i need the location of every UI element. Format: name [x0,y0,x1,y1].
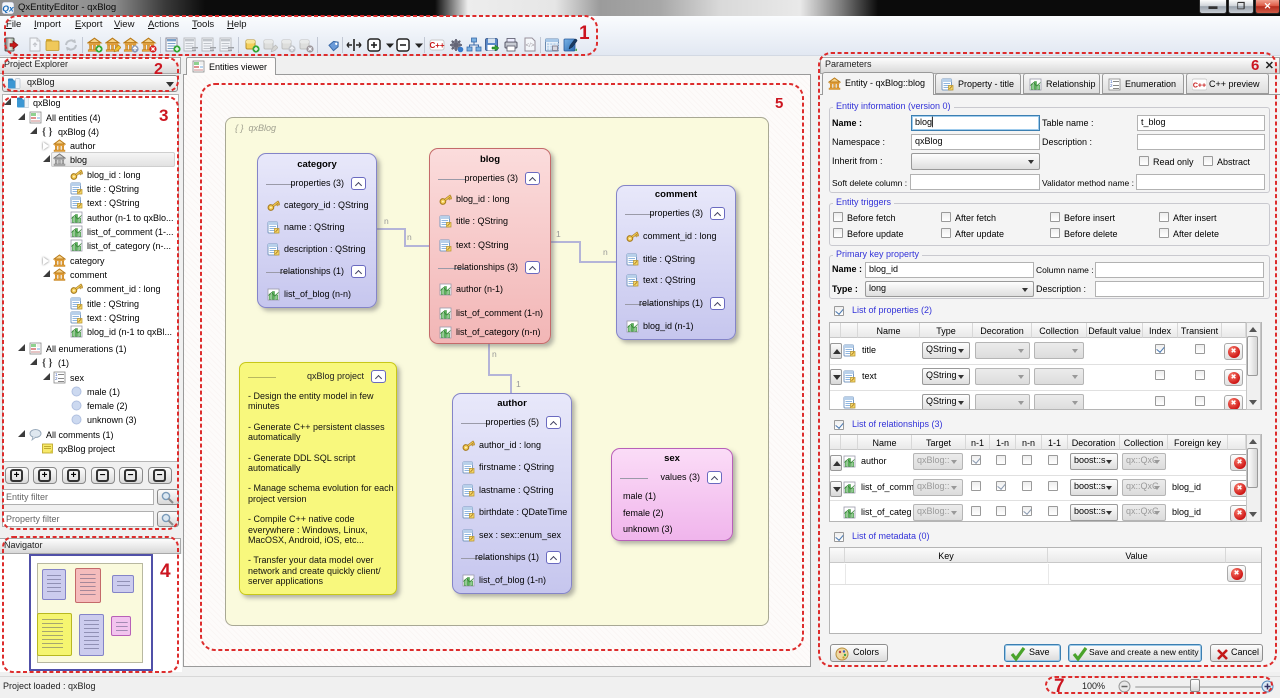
svg-text:</>: </> [526,43,535,49]
svg-text:Qx: Qx [2,4,14,14]
svg-text:C++: C++ [1193,83,1206,90]
svg-text:{ }: { } [42,127,52,138]
svg-text:C++: C++ [429,41,444,50]
svg-text:{ }: { } [42,358,52,369]
